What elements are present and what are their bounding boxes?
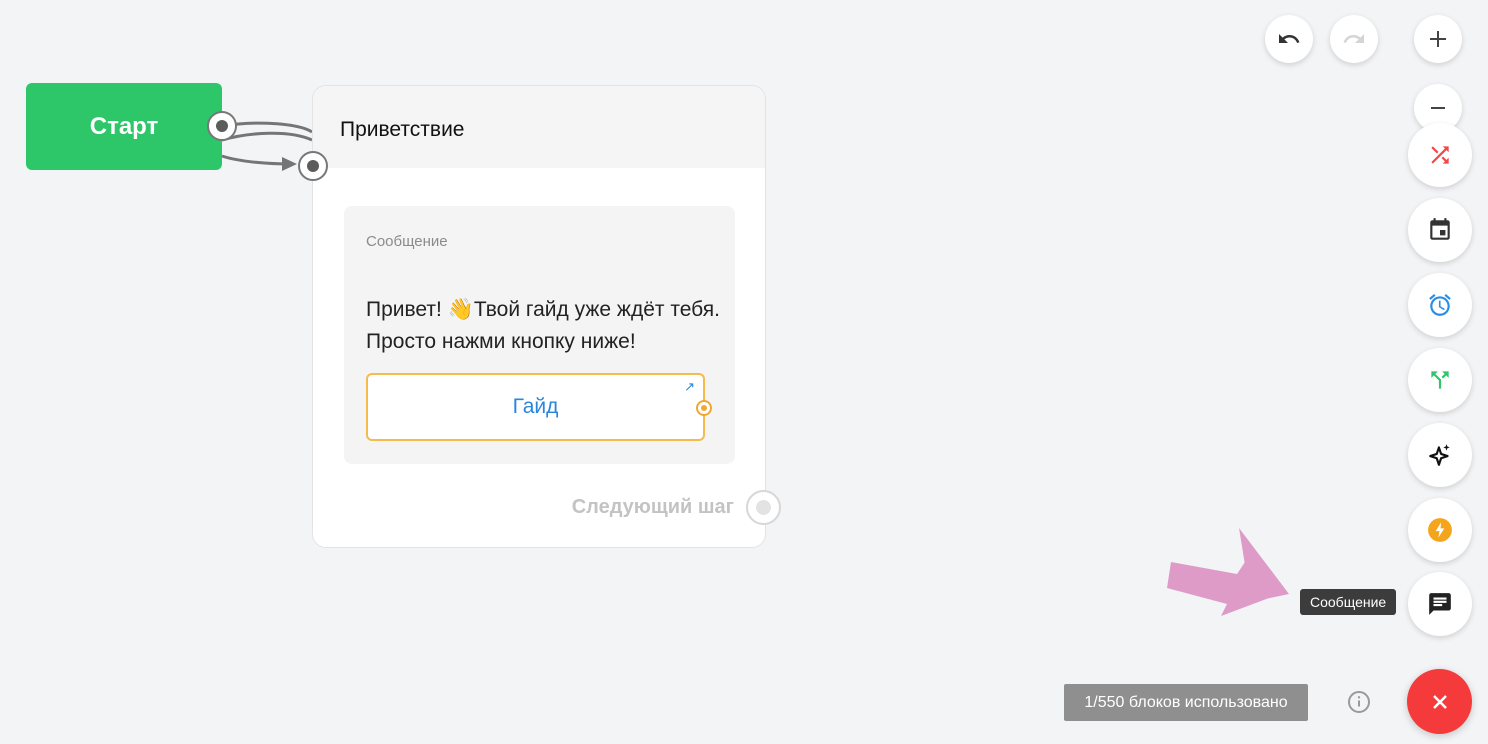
close-palette-button[interactable] (1407, 669, 1472, 734)
next-step-port[interactable] (746, 490, 781, 525)
step-title: Приветствие (340, 118, 465, 141)
date-block-button[interactable] (1408, 198, 1472, 262)
blocks-used-counter: 1/550 блоков использовано (1064, 684, 1308, 721)
start-node-label: Старт (89, 112, 159, 140)
fork-icon (1431, 371, 1449, 389)
redo-icon (1343, 34, 1364, 43)
step-header: Приветствие (313, 86, 765, 168)
info-icon (1348, 691, 1370, 713)
guide-button-label: Гайд (512, 395, 559, 418)
message-block-button[interactable] (1408, 572, 1472, 636)
alarm-clock-icon (1429, 294, 1451, 316)
guide-button-port[interactable] (696, 400, 712, 416)
close-icon (1432, 694, 1447, 709)
undo-icon (1279, 34, 1300, 43)
timer-block-button[interactable] (1408, 273, 1472, 337)
split-block-button[interactable] (1408, 348, 1472, 412)
start-node[interactable]: Старт (26, 83, 222, 170)
message-text: Привет! 👋Твой гайд уже ждёт тебя. Просто… (366, 298, 720, 353)
calendar-icon (1430, 218, 1450, 240)
step-input-port[interactable] (298, 151, 328, 181)
info-button[interactable] (1347, 690, 1371, 719)
message-block-label: Сообщение (366, 233, 448, 250)
undo-button[interactable] (1265, 15, 1313, 63)
lightning-icon (1428, 518, 1452, 542)
action-block-button[interactable] (1408, 498, 1472, 562)
step-card[interactable]: Приветствие Сообщение Привет! 👋Твой гайд… (312, 85, 766, 548)
start-output-port[interactable] (207, 111, 237, 141)
sparkle-icon (1429, 444, 1450, 466)
shuffle-icon (1431, 146, 1449, 164)
minus-icon (1431, 107, 1445, 109)
message-block[interactable]: Сообщение Привет! 👋Твой гайд уже ждёт те… (344, 206, 735, 464)
ai-block-button[interactable] (1408, 423, 1472, 487)
zoom-in-button[interactable] (1414, 15, 1462, 63)
tooltip: Сообщение (1300, 589, 1397, 615)
redo-button[interactable] (1330, 15, 1378, 63)
plus-icon (1430, 31, 1446, 47)
random-block-button[interactable] (1408, 123, 1472, 187)
chat-icon (1429, 593, 1451, 615)
external-link-icon: ↗ (684, 379, 695, 394)
next-step-label: Следующий шаг (571, 496, 734, 518)
guide-button[interactable]: Гайд ↗ (366, 373, 712, 441)
pointer-arrow (1167, 528, 1289, 616)
